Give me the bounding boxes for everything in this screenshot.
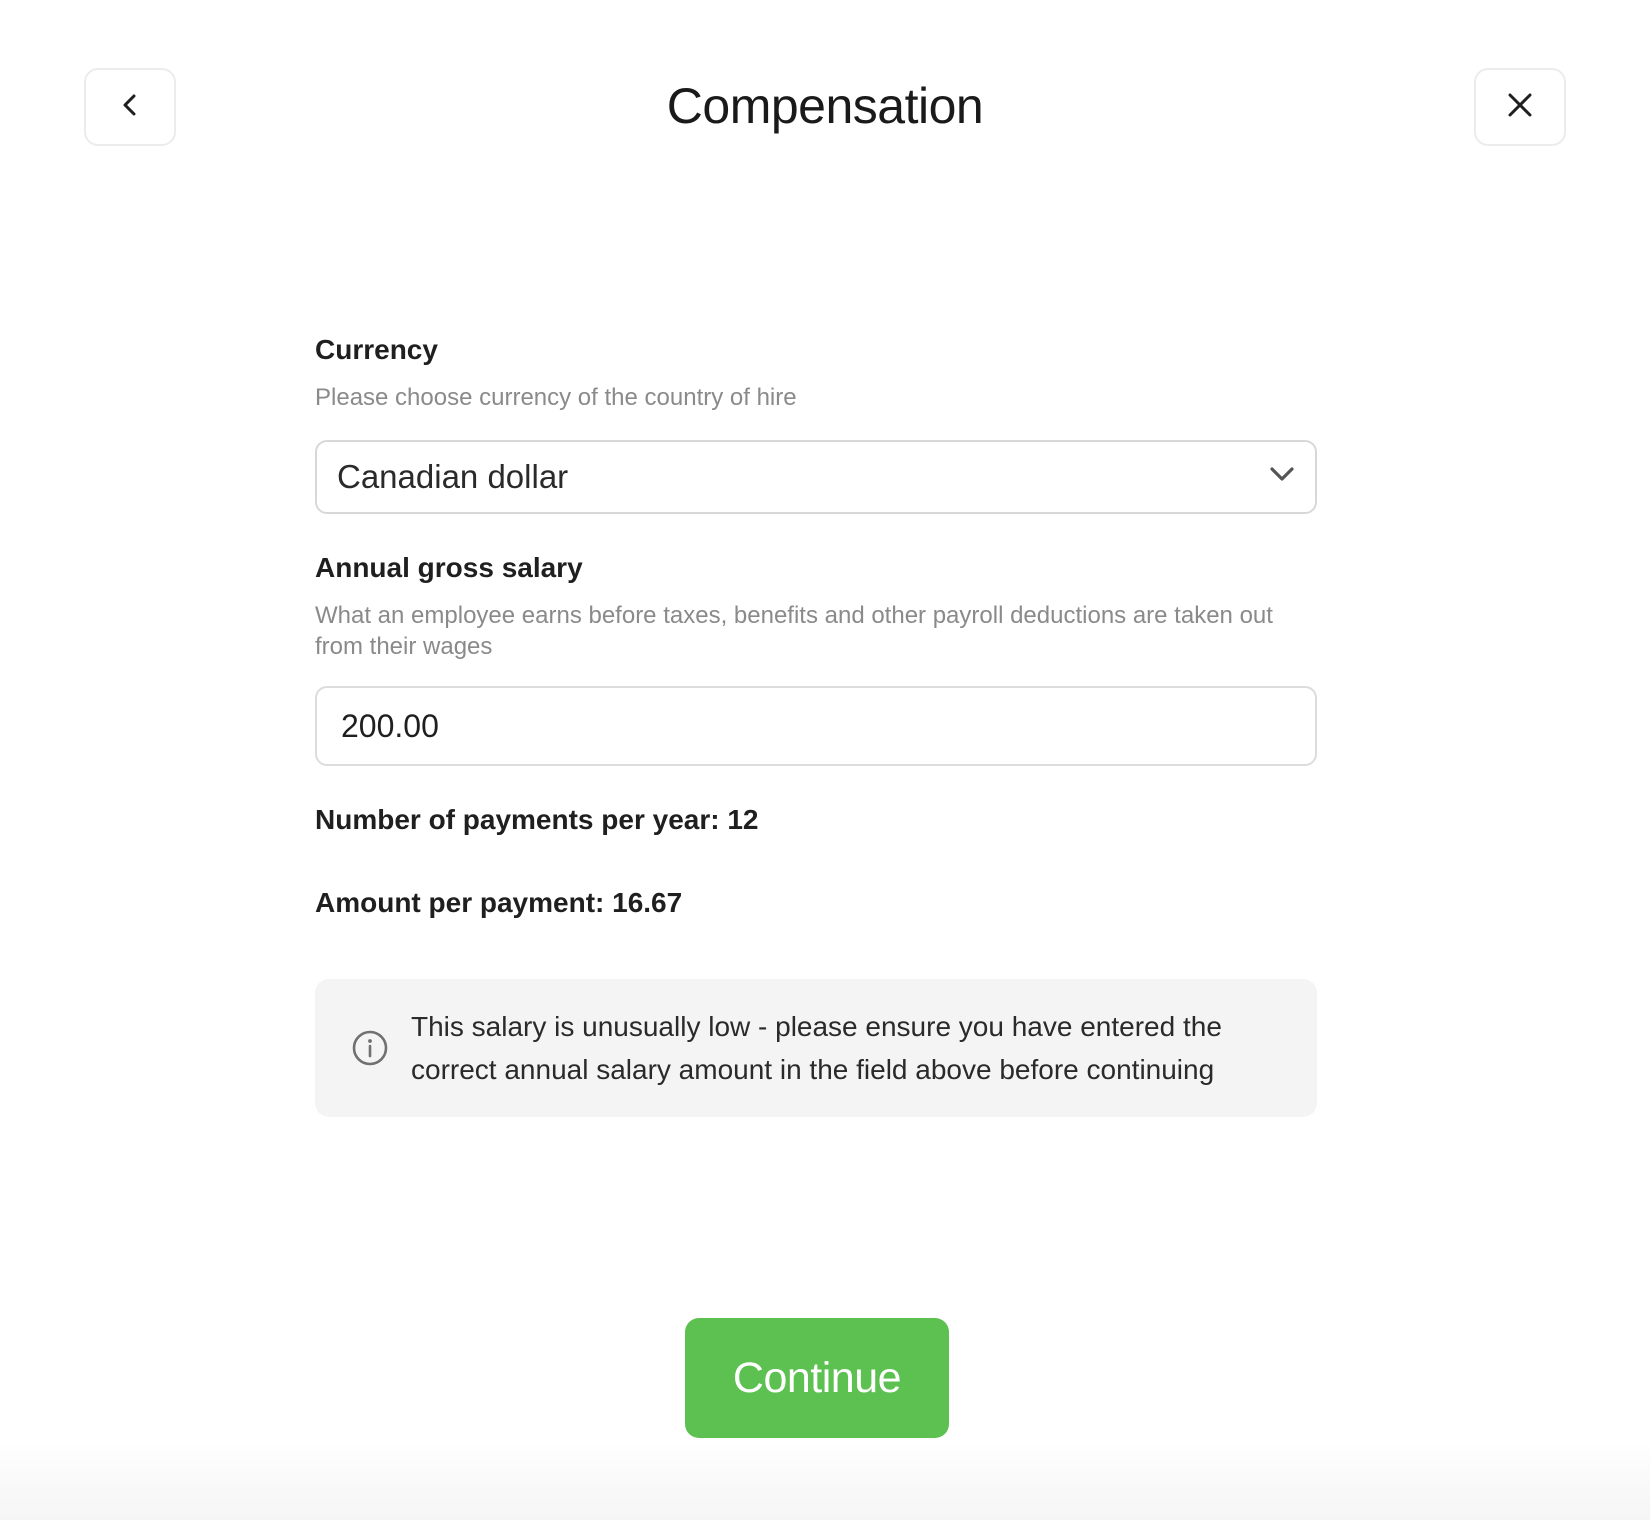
chevron-down-icon xyxy=(1269,465,1295,488)
notice-text: This salary is unusually low - please en… xyxy=(411,1010,1222,1086)
header: Compensation xyxy=(84,68,1566,148)
salary-label: Annual gross salary xyxy=(315,551,583,583)
close-icon xyxy=(1506,91,1534,124)
currency-select[interactable]: Canadian dollar xyxy=(315,439,1317,514)
currency-label: Currency xyxy=(315,334,438,365)
amount-per-payment: Amount per payment: 16.67 xyxy=(315,886,683,918)
payments-per-year: Number of payments per year: 12 xyxy=(315,804,759,836)
info-icon xyxy=(351,1029,389,1067)
salary-help-text: What an employee earns before taxes, ben… xyxy=(315,601,1273,661)
continue-button[interactable]: Continue xyxy=(685,1318,949,1438)
compensation-form: Currency Please choose currency of the c… xyxy=(315,332,1317,1118)
bottom-fade xyxy=(0,1440,1650,1520)
currency-help-text: Please choose currency of the country of… xyxy=(315,384,797,412)
currency-selected-value: Canadian dollar xyxy=(337,457,569,495)
compensation-page: Compensation Currency Please choose curr… xyxy=(0,0,1650,1520)
low-salary-notice: This salary is unusually low - please en… xyxy=(315,979,1317,1118)
close-button[interactable] xyxy=(1474,68,1566,146)
page-title: Compensation xyxy=(666,78,984,134)
salary-input[interactable] xyxy=(315,686,1317,767)
